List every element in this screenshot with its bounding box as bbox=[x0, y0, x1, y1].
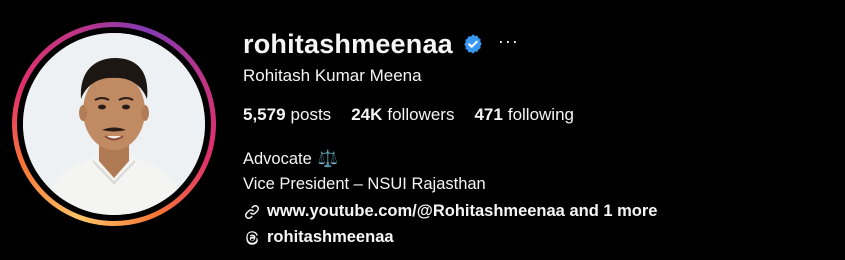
following-count: 471 bbox=[474, 105, 503, 124]
posts-count: 5,579 bbox=[243, 105, 286, 124]
threads-link[interactable]: rohitashmeenaa bbox=[243, 228, 394, 247]
following-label: following bbox=[507, 105, 574, 124]
profile-info: rohitashmeenaa ··· Rohitash Kumar Meena … bbox=[243, 0, 845, 260]
threads-icon bbox=[246, 230, 258, 245]
threads-handle[interactable]: rohitashmeenaa bbox=[267, 228, 394, 247]
verified-badge-icon bbox=[462, 33, 484, 55]
link-icon bbox=[244, 204, 260, 219]
username[interactable]: rohitashmeenaa bbox=[243, 29, 453, 60]
avatar[interactable] bbox=[23, 33, 205, 215]
username-row: rohitashmeenaa ··· bbox=[243, 26, 519, 62]
website-url[interactable]: www.youtube.com/@Rohitashmeenaa and 1 mo… bbox=[267, 202, 657, 221]
full-name: Rohitash Kumar Meena bbox=[243, 66, 422, 85]
profile-avatar-ring[interactable] bbox=[12, 22, 216, 226]
posts-label: posts bbox=[290, 105, 332, 124]
more-options-icon[interactable]: ··· bbox=[498, 32, 519, 50]
bio-line-2: Vice President – NSUI Rajasthan bbox=[243, 175, 486, 193]
avatar-photo bbox=[23, 33, 205, 215]
followers-count: 24K bbox=[351, 105, 383, 124]
posts-stat: 5,579 posts bbox=[243, 105, 331, 125]
scales-emoji-icon: ⚖️ bbox=[317, 150, 339, 168]
followers-label: followers bbox=[387, 105, 455, 124]
bio-advocate: Advocate bbox=[243, 150, 312, 168]
website-link[interactable]: www.youtube.com/@Rohitashmeenaa and 1 mo… bbox=[243, 202, 657, 221]
followers-stat[interactable]: 24K followers bbox=[351, 105, 454, 125]
bio-line-1: Advocate ⚖️ bbox=[243, 150, 338, 169]
following-stat[interactable]: 471 following bbox=[474, 105, 574, 125]
profile-stats: 5,579 posts 24K followers 471 following bbox=[243, 105, 574, 125]
